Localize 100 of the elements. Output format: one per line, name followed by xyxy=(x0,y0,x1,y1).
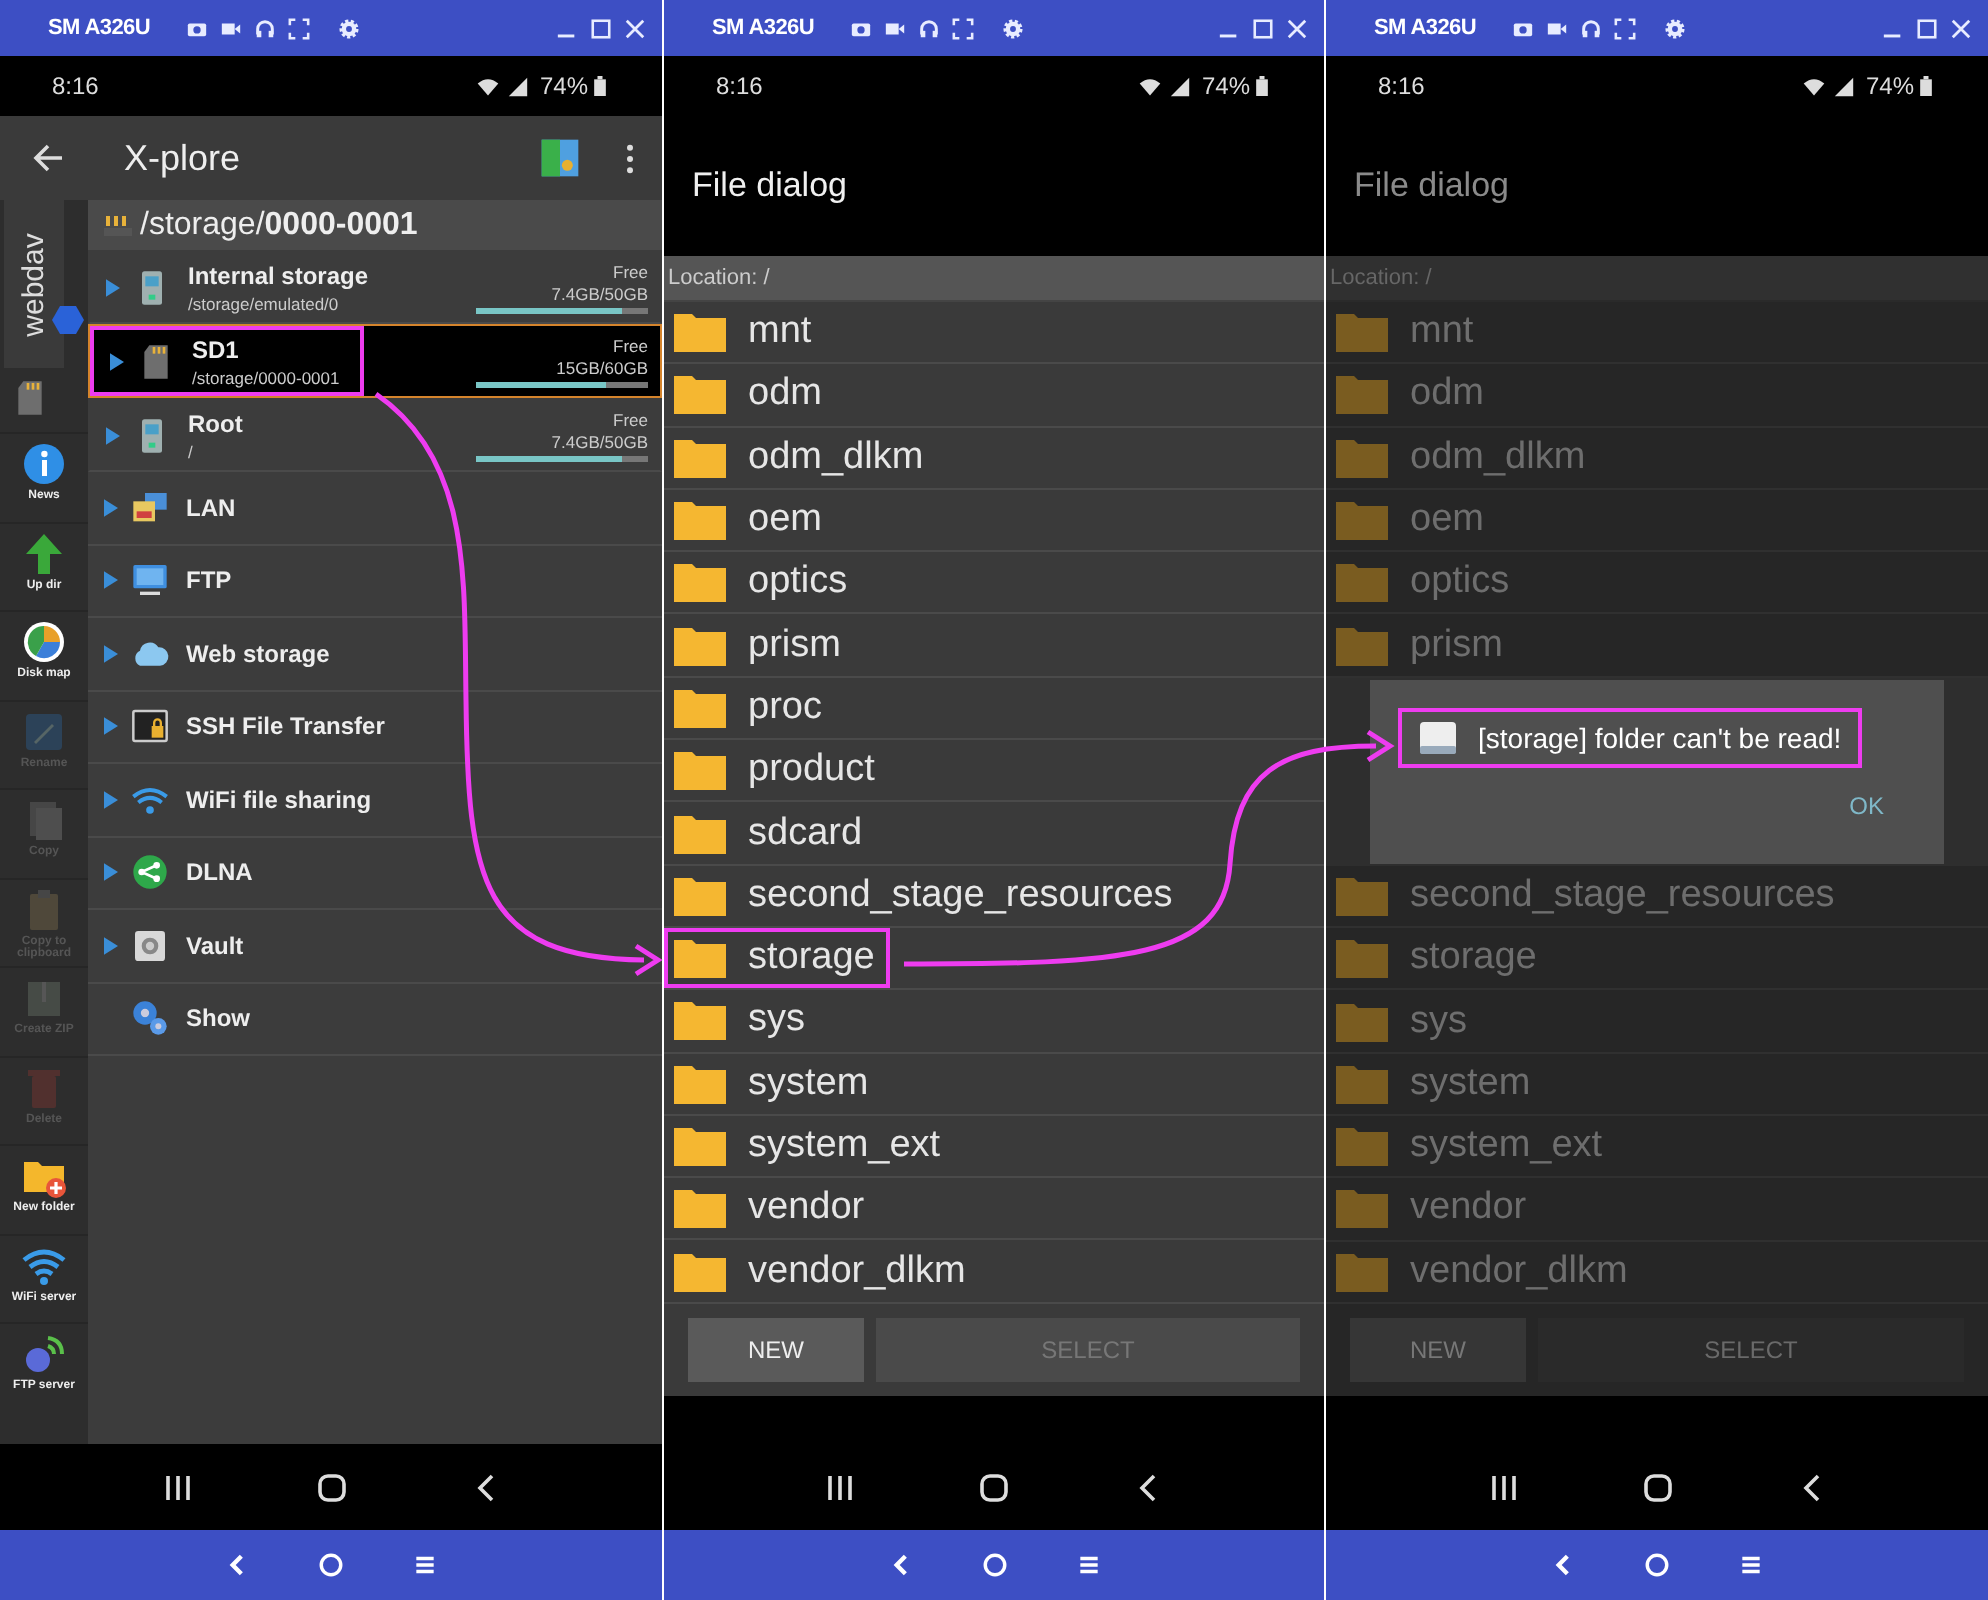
clock: 8:16 xyxy=(1378,72,1425,100)
folder-name: oem xyxy=(1410,498,1484,543)
folder-row[interactable]: second_stage_resources xyxy=(664,865,1324,928)
folder-name: odm xyxy=(748,372,822,417)
folder-row[interactable]: vendor_dlkm xyxy=(664,1240,1324,1304)
expand-arrow-icon[interactable] xyxy=(104,789,118,810)
folder-icon xyxy=(1334,999,1390,1044)
expand-arrow-icon[interactable] xyxy=(104,497,118,518)
folder-name: system xyxy=(1410,1061,1531,1106)
map-icon[interactable] xyxy=(538,136,582,180)
settings-icon[interactable] xyxy=(1002,17,1024,39)
location-item[interactable]: FTP xyxy=(88,545,662,618)
window-title: SM A326U xyxy=(1374,16,1476,40)
expand-arrow-icon[interactable] xyxy=(104,716,118,737)
folder-icon xyxy=(672,1186,728,1231)
location-item[interactable]: WiFi file sharing xyxy=(88,764,662,837)
dialog-button[interactable]: NEW xyxy=(688,1317,864,1382)
back-arrow-icon[interactable] xyxy=(32,142,64,174)
folder-icon xyxy=(672,1124,728,1168)
home-icon[interactable] xyxy=(1641,1471,1673,1503)
folder-name: sdcard xyxy=(748,811,863,856)
location-item[interactable]: SSH File Transfer xyxy=(88,691,662,764)
fullscreen-icon[interactable] xyxy=(288,17,310,39)
expand-arrow-icon[interactable] xyxy=(110,351,124,371)
headphones-icon[interactable] xyxy=(1580,17,1602,39)
folder-icon xyxy=(1334,936,1390,981)
folder-name: mnt xyxy=(748,310,812,355)
location-item[interactable]: Root / Free 7.4GB/50GB xyxy=(88,398,662,472)
menu-icon[interactable] xyxy=(412,1552,438,1578)
folder-row[interactable]: sys xyxy=(664,990,1324,1054)
menu-icon[interactable] xyxy=(1738,1552,1764,1578)
expand-arrow-icon[interactable] xyxy=(104,643,118,664)
home-icon[interactable] xyxy=(977,1471,1010,1503)
folder-icon xyxy=(672,685,728,730)
location-path: / xyxy=(188,441,195,461)
location-name: Root xyxy=(188,409,243,437)
headphones-icon[interactable] xyxy=(254,17,276,39)
folder-row[interactable]: system xyxy=(664,1053,1324,1116)
recent-apps-icon[interactable] xyxy=(161,1471,193,1503)
home-icon[interactable] xyxy=(315,1471,347,1503)
folder-row[interactable]: optics xyxy=(664,552,1324,615)
folder-row[interactable]: mnt xyxy=(664,302,1324,365)
maximize-icon[interactable] xyxy=(1252,17,1274,39)
settings-icon[interactable] xyxy=(1664,17,1686,39)
more-options-icon[interactable] xyxy=(626,143,634,173)
expand-arrow-icon[interactable] xyxy=(104,570,118,591)
close-icon[interactable] xyxy=(624,17,646,39)
alert-message: [storage] folder can't be read! xyxy=(1478,721,1842,754)
recent-apps-icon[interactable] xyxy=(824,1471,857,1503)
location-item[interactable]: Show xyxy=(88,983,662,1056)
folder-row[interactable]: proc xyxy=(664,677,1324,741)
location-name: LAN xyxy=(186,493,236,522)
folder-row[interactable]: vendor xyxy=(664,1178,1324,1241)
expand-arrow-icon[interactable] xyxy=(104,862,118,883)
folder-name: odm xyxy=(1410,372,1484,417)
close-icon[interactable] xyxy=(1286,17,1308,39)
expand-arrow-icon[interactable] xyxy=(104,935,118,956)
location-item[interactable]: Vault xyxy=(88,910,662,983)
folder-name: sys xyxy=(748,998,805,1043)
close-icon[interactable] xyxy=(1950,17,1972,39)
maximize-icon[interactable] xyxy=(1916,17,1938,39)
maximize-icon[interactable] xyxy=(590,17,612,39)
folder-row[interactable]: system_ext xyxy=(664,1115,1324,1179)
expand-arrow-icon[interactable] xyxy=(106,425,120,445)
folder-row[interactable]: storage xyxy=(664,927,1324,991)
folder-icon xyxy=(1334,623,1390,668)
menu-icon[interactable] xyxy=(1075,1552,1101,1578)
arrow-up-icon xyxy=(20,529,68,577)
location-label: Location: / xyxy=(668,266,770,290)
settings-icon[interactable] xyxy=(338,17,360,39)
folder-row[interactable]: odm xyxy=(664,364,1324,428)
folder-icon xyxy=(672,435,728,480)
location-item[interactable]: LAN xyxy=(88,472,662,545)
expand-arrow-icon[interactable] xyxy=(106,277,120,297)
location-name: WiFi file sharing xyxy=(186,785,372,814)
ok-button[interactable]: OK xyxy=(1817,787,1916,824)
folder-name: storage xyxy=(748,936,875,981)
location-name: DLNA xyxy=(186,858,253,887)
location-item[interactable]: DLNA xyxy=(88,837,662,910)
folder-icon xyxy=(672,873,728,918)
folder-name: sys xyxy=(1410,999,1467,1044)
location-item[interactable]: Web storage xyxy=(88,618,662,691)
folder-row[interactable]: oem xyxy=(664,489,1324,553)
folder-icon xyxy=(1334,498,1390,543)
fullscreen-icon[interactable] xyxy=(1614,17,1636,39)
folder-icon xyxy=(672,1061,728,1106)
folder-name: storage xyxy=(1410,936,1537,981)
free-label: Free xyxy=(613,409,648,429)
folder-row[interactable]: odm_dlkm xyxy=(664,427,1324,490)
location-item[interactable]: SD1 /storage/0000-0001 Free 15GB/60GB xyxy=(88,324,662,398)
recent-apps-icon[interactable] xyxy=(1487,1471,1519,1503)
folder-row[interactable]: product xyxy=(664,740,1324,803)
headphones-icon[interactable] xyxy=(918,17,940,39)
location-name: SD1 xyxy=(192,335,241,363)
signal-icon xyxy=(505,75,530,97)
fullscreen-icon[interactable] xyxy=(952,17,974,39)
folder-row[interactable]: sdcard xyxy=(664,802,1324,866)
folder-row[interactable]: prism xyxy=(664,614,1324,678)
side-tab[interactable]: webdav xyxy=(4,200,64,368)
folder-icon xyxy=(1334,1249,1390,1294)
